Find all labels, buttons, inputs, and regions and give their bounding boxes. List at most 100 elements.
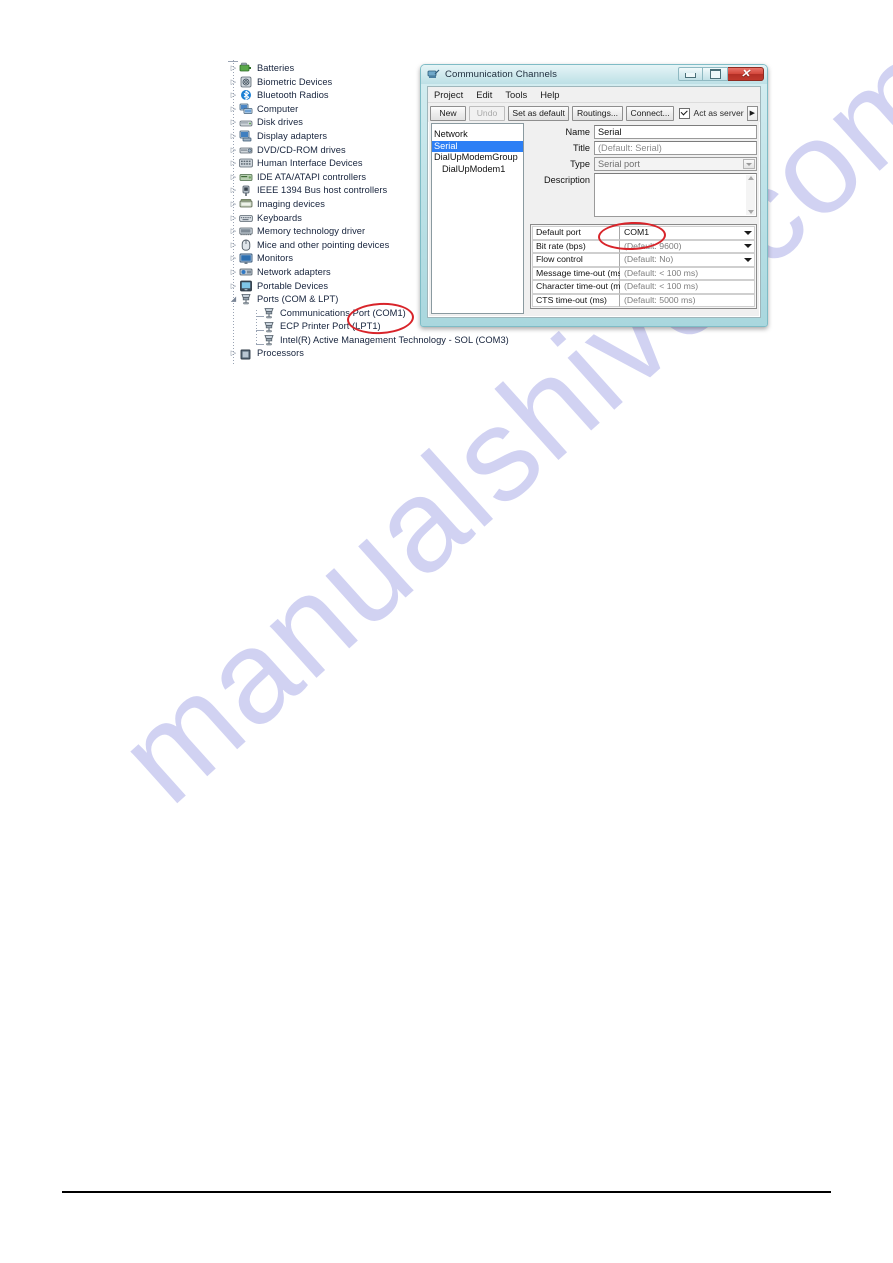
routings-button[interactable]: Routings... bbox=[572, 105, 623, 121]
port-icon bbox=[262, 307, 277, 320]
channel-list-item[interactable]: DialUpModem1 bbox=[432, 164, 523, 176]
chevron-down-icon[interactable] bbox=[744, 257, 752, 262]
keyboard-icon bbox=[239, 212, 254, 225]
property-value[interactable]: (Default: < 100 ms) bbox=[620, 266, 755, 280]
minimize-button[interactable] bbox=[678, 67, 703, 81]
scroll-up-icon[interactable] bbox=[747, 176, 754, 180]
property-row[interactable]: CTS time-out (ms) (Default: 5000 ms) bbox=[532, 293, 755, 307]
channel-list-item[interactable]: DialUpModemGroup bbox=[432, 152, 523, 164]
memory-icon bbox=[239, 225, 254, 238]
window-title-bar[interactable]: Communication Channels ✕ bbox=[421, 65, 767, 84]
description-textarea[interactable] bbox=[594, 173, 757, 217]
chevron-right-icon[interactable]: ▷ bbox=[228, 130, 239, 144]
chevron-down-icon[interactable] bbox=[744, 244, 752, 249]
menu-bar[interactable]: Project Edit Tools Help bbox=[428, 87, 760, 103]
property-key: Default port bbox=[532, 226, 620, 240]
battery-icon bbox=[239, 62, 254, 75]
application-icon bbox=[427, 68, 440, 81]
chevron-right-icon[interactable]: ▷ bbox=[228, 198, 239, 212]
property-value-text: (Default: < 100 ms) bbox=[624, 267, 699, 278]
chevron-down-icon[interactable] bbox=[743, 159, 755, 169]
title-input[interactable]: (Default: Serial) bbox=[594, 141, 757, 155]
chevron-right-icon[interactable]: ▷ bbox=[228, 212, 239, 226]
tree-item-label: Display adapters bbox=[257, 130, 328, 141]
chevron-right-icon[interactable]: ▷ bbox=[228, 116, 239, 130]
chevron-right-icon[interactable]: ▷ bbox=[228, 225, 239, 239]
property-value-text: (Default: 5000 ms) bbox=[624, 294, 696, 305]
maximize-button[interactable] bbox=[703, 67, 728, 81]
property-row[interactable]: Bit rate (bps) (Default: 9600) bbox=[532, 239, 755, 253]
dvd-drive-icon bbox=[239, 144, 254, 157]
property-grid[interactable]: Default port COM1 Bit rate (bps) (Default: … bbox=[530, 224, 757, 309]
name-input[interactable]: Serial bbox=[594, 125, 757, 139]
property-value[interactable]: COM1 bbox=[620, 226, 755, 240]
property-row[interactable]: Default port COM1 bbox=[532, 226, 755, 240]
chevron-right-icon[interactable]: ▷ bbox=[228, 157, 239, 171]
network-adapter-icon bbox=[239, 266, 254, 279]
chevron-right-icon[interactable]: ▷ bbox=[228, 280, 239, 294]
chevron-right-icon[interactable]: ▷ bbox=[228, 252, 239, 266]
tree-item-label: Batteries bbox=[257, 63, 295, 73]
menu-item-project[interactable]: Project bbox=[432, 89, 465, 100]
menu-item-tools[interactable]: Tools bbox=[503, 89, 529, 100]
close-button[interactable]: ✕ bbox=[728, 67, 764, 81]
toolbar-overflow-button[interactable]: ▶ bbox=[746, 105, 758, 121]
chevron-right-icon[interactable]: ▷ bbox=[228, 89, 239, 103]
chevron-right-icon[interactable]: ▷ bbox=[228, 171, 239, 185]
window-controls[interactable]: ✕ bbox=[678, 67, 764, 81]
property-key: Character time-out (ms) bbox=[532, 280, 628, 294]
menu-item-edit[interactable]: Edit bbox=[474, 89, 494, 100]
property-value[interactable]: (Default: No) bbox=[620, 253, 755, 267]
tree-item-label: IEEE 1394 Bus host controllers bbox=[257, 185, 388, 196]
chevron-right-icon[interactable]: ▷ bbox=[228, 62, 239, 76]
description-scrollbar[interactable] bbox=[746, 175, 755, 215]
window-title: Communication Channels bbox=[445, 69, 558, 80]
channel-list-item[interactable]: Network bbox=[432, 129, 523, 141]
chevron-down-icon[interactable] bbox=[744, 230, 752, 235]
disk-drive-icon bbox=[239, 117, 254, 130]
portable-device-icon bbox=[239, 280, 254, 293]
set-as-default-button[interactable]: Set as default bbox=[508, 105, 570, 121]
toolbar[interactable]: New Undo Set as default Routings... Conn… bbox=[428, 103, 760, 122]
new-button[interactable]: New bbox=[430, 105, 466, 121]
chevron-right-icon[interactable]: ▷ bbox=[228, 144, 239, 158]
property-key: CTS time-out (ms) bbox=[532, 293, 620, 307]
chevron-right-icon[interactable]: ▷ bbox=[228, 184, 239, 198]
channel-list[interactable]: Network Serial DialUpModemGroup DialUpModem… bbox=[431, 123, 524, 314]
bluetooth-icon bbox=[239, 89, 254, 102]
chevron-right-icon[interactable]: ▷ bbox=[228, 103, 239, 117]
communication-channels-window[interactable]: Communication Channels ✕ Project Edit Tool… bbox=[420, 64, 768, 327]
undo-button[interactable]: Undo bbox=[469, 105, 505, 121]
tree-item-label: Portable Devices bbox=[257, 280, 329, 291]
chevron-right-icon[interactable]: ▷ bbox=[228, 347, 239, 361]
scroll-down-icon[interactable] bbox=[747, 210, 754, 214]
description-label: Description bbox=[544, 175, 590, 185]
chevron-right-icon[interactable]: ▷ bbox=[228, 266, 239, 280]
biometric-icon bbox=[239, 76, 254, 89]
chevron-right-icon[interactable]: ▷ bbox=[228, 239, 239, 253]
tree-item-label: ECP Printer Port (LPT1) bbox=[280, 321, 381, 332]
computer-icon bbox=[239, 103, 254, 116]
property-value[interactable]: (Default: 9600) bbox=[620, 239, 755, 253]
tree-item[interactable]: ▷ Processors bbox=[228, 347, 508, 361]
hid-icon bbox=[239, 157, 254, 170]
property-value[interactable]: (Default: 5000 ms) bbox=[620, 293, 755, 307]
menu-item-help[interactable]: Help bbox=[538, 89, 561, 100]
display-adapter-icon bbox=[239, 130, 254, 143]
checkbox-box bbox=[679, 107, 691, 119]
property-row[interactable]: Flow control (Default: No) bbox=[532, 253, 755, 267]
property-row[interactable]: Message time-out (ms) (Default: < 100 ms) bbox=[532, 266, 755, 280]
property-value[interactable]: (Default: < 100 ms) bbox=[620, 280, 755, 294]
mouse-icon bbox=[239, 239, 254, 252]
channel-list-item[interactable]: Serial bbox=[432, 140, 523, 152]
type-select[interactable]: Serial port bbox=[594, 157, 757, 171]
tree-item-label: Monitors bbox=[257, 253, 294, 264]
chevron-down-icon[interactable]: ◢ bbox=[228, 293, 239, 307]
connect-button[interactable]: Connect... bbox=[625, 105, 675, 121]
tree-item[interactable]: Intel(R) Active Management Technology - … bbox=[228, 334, 509, 348]
property-value-text: (Default: < 100 ms) bbox=[624, 281, 699, 292]
chevron-right-icon[interactable]: ▷ bbox=[228, 76, 239, 90]
act-as-server-checkbox[interactable]: Act as server bbox=[679, 107, 744, 119]
property-row[interactable]: Character time-out (ms) (Default: < 100 m… bbox=[532, 280, 755, 294]
tree-item-label: Computer bbox=[257, 103, 299, 114]
